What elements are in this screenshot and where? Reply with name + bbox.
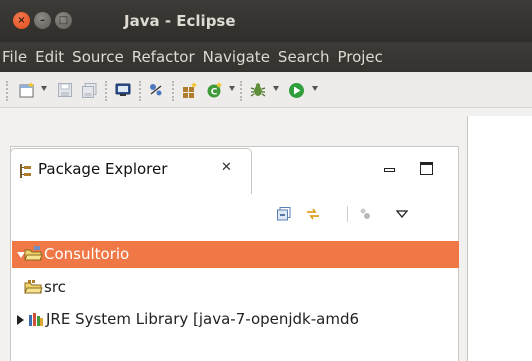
menu-refactor[interactable]: Refactor	[129, 42, 200, 72]
maximize-icon: □	[58, 15, 69, 26]
new-java-class-icon: C	[207, 81, 222, 97]
tree-item-project[interactable]: Consultorio	[12, 241, 459, 268]
run-dropdown-arrow[interactable]	[312, 86, 318, 91]
menu-edit[interactable]: Edit	[32, 42, 69, 72]
maximize-view-button[interactable]	[420, 162, 433, 175]
console-icon	[115, 83, 131, 96]
window-minimize-button[interactable]: –	[34, 12, 51, 29]
console-button[interactable]	[114, 81, 132, 99]
collapse-all-button[interactable]	[276, 206, 292, 222]
tree-item-jre-library[interactable]: JRE System Library [java-7-openjdk-amd6	[12, 306, 459, 333]
debug-button[interactable]	[248, 81, 268, 99]
view-menu-icon	[396, 210, 408, 218]
debug-dropdown-arrow[interactable]	[273, 86, 279, 91]
package-explorer-icon	[20, 163, 32, 182]
close-icon: ×	[17, 15, 26, 26]
main-toolbar: C	[0, 72, 532, 108]
toolbar-separator	[139, 81, 141, 101]
editor-area[interactable]	[467, 116, 532, 361]
new-wizard-dropdown-arrow[interactable]	[41, 86, 47, 91]
toolbar-grip	[6, 81, 8, 101]
menu-project[interactable]: Projec	[334, 42, 387, 72]
jre-library-label: JRE System Library [java-7-openjdk-amd6	[46, 310, 360, 328]
source-folder-icon	[24, 279, 43, 299]
package-explorer-tab-label: Package Explorer	[38, 160, 168, 178]
library-icon	[28, 312, 44, 331]
menu-navigate[interactable]: Navigate	[200, 42, 275, 72]
chevron-right-icon[interactable]	[17, 315, 24, 325]
minimize-view-button[interactable]	[384, 168, 395, 172]
tree-item-src[interactable]: src	[12, 274, 459, 301]
window-maximize-button[interactable]: □	[55, 12, 72, 29]
close-icon[interactable]: ✕	[221, 160, 232, 175]
menu-source[interactable]: Source	[69, 42, 129, 72]
new-wizard-icon	[19, 82, 34, 98]
save-all-button[interactable]	[80, 81, 98, 99]
toolbar-separator	[240, 81, 242, 101]
project-folder-icon	[24, 246, 43, 266]
view-toolbar-separator	[347, 206, 348, 222]
save-icon	[58, 83, 72, 97]
view-menu-button[interactable]	[395, 206, 409, 222]
window-titlebar: × – □ Java - Eclipse	[0, 0, 532, 42]
debug-icon	[250, 83, 266, 97]
toolbar-separator	[105, 81, 107, 101]
run-icon	[288, 82, 304, 98]
menu-file[interactable]: File	[0, 42, 32, 72]
link-with-editor-icon	[307, 208, 319, 220]
new-wizard-button[interactable]	[17, 81, 37, 99]
menu-search[interactable]: Search	[275, 42, 335, 72]
run-button[interactable]	[287, 81, 305, 99]
link-with-editor-button[interactable]	[305, 206, 321, 222]
save-all-icon	[81, 82, 96, 98]
save-button[interactable]	[56, 81, 74, 99]
minimize-icon: –	[40, 15, 45, 26]
window-title: Java - Eclipse	[124, 12, 236, 30]
svg-text:C: C	[210, 87, 217, 97]
new-java-package-button[interactable]	[180, 81, 198, 99]
toggle-breakpoint-button[interactable]	[147, 81, 165, 99]
collapse-all-icon	[277, 207, 291, 221]
new-java-class-dropdown-arrow[interactable]	[229, 86, 235, 91]
new-java-class-button[interactable]: C	[205, 81, 223, 99]
focus-button[interactable]	[357, 206, 373, 222]
toolbar-separator	[172, 81, 174, 101]
project-label: Consultorio	[44, 245, 130, 263]
toggle-breakpoint-icon	[150, 84, 162, 96]
src-label: src	[44, 278, 66, 296]
menubar: File Edit Source Refactor Navigate Searc…	[0, 42, 532, 72]
window-close-button[interactable]: ×	[13, 12, 30, 29]
new-java-package-icon	[182, 81, 197, 98]
focus-icon	[360, 208, 370, 219]
